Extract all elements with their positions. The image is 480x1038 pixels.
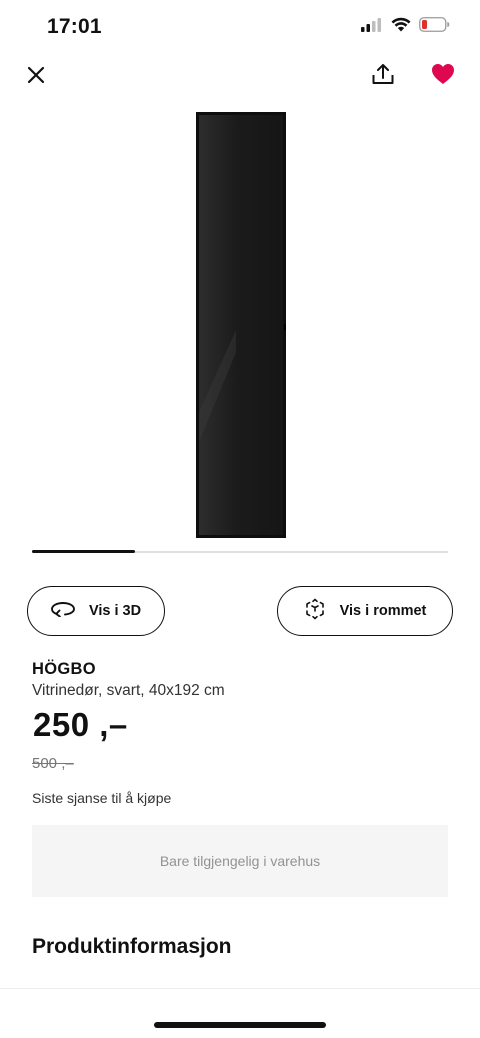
- availability-box: Bare tilgjengelig i varehus: [32, 825, 448, 897]
- previous-price: 500 ,–: [32, 755, 74, 772]
- status-time: 17:01: [47, 15, 102, 38]
- home-indicator[interactable]: [154, 1022, 326, 1028]
- view-3d-button[interactable]: Vis i 3D: [27, 586, 165, 636]
- product-name: HÖGBO: [32, 660, 96, 678]
- favorite-button[interactable]: [425, 58, 461, 94]
- black-glass-door-image: [196, 112, 286, 538]
- product-description: Vitrinedør, svart, 40x192 cm: [32, 682, 225, 699]
- view-in-room-label: Vis i rommet: [339, 603, 427, 619]
- divider: [0, 988, 480, 989]
- status-bar: 17:01: [0, 0, 480, 56]
- product-price: 250 ,–: [33, 706, 128, 743]
- wifi-icon: [391, 17, 411, 37]
- view-3d-label: Vis i 3D: [88, 603, 142, 619]
- top-nav: [0, 56, 480, 100]
- availability-label: Bare tilgjengelig i varehus: [159, 853, 321, 869]
- view-in-room-button[interactable]: Vis i rommet: [277, 586, 453, 636]
- share-icon: [371, 62, 395, 91]
- status-icons: [361, 17, 450, 37]
- carousel-progress-indicator: [32, 550, 135, 553]
- heart-icon: [431, 63, 455, 90]
- product-image-carousel[interactable]: [0, 104, 480, 544]
- battery-low-icon: [419, 17, 450, 37]
- close-button[interactable]: [18, 59, 54, 95]
- product-info-heading[interactable]: Produktinformasjon: [32, 935, 232, 959]
- close-icon: [27, 66, 45, 89]
- ar-cube-icon: [304, 598, 326, 625]
- last-chance-note: Siste sjanse til å kjøpe: [32, 790, 172, 806]
- rotate-3d-icon: [50, 601, 75, 622]
- cellular-signal-icon: [361, 17, 383, 37]
- share-button[interactable]: [365, 58, 401, 94]
